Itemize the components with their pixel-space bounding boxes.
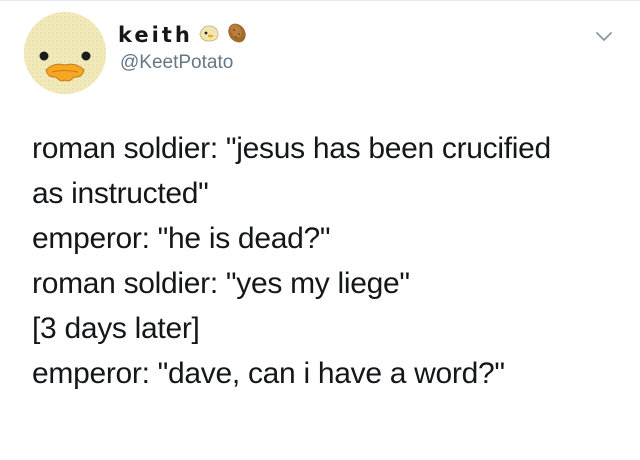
tweet-text: roman soldier: "jesus has been crucified… [32,126,622,396]
tweet-line: [3 days later] [32,312,200,345]
duck-face-emoji-icon [197,22,221,49]
author-name-row[interactable]: keith [118,21,249,49]
divider [0,0,640,1]
tweet-line: roman soldier: "jesus has been crucified [32,132,551,165]
potato-emoji-icon [225,21,249,50]
tweet-line: emperor: "dave, can i have a word?" [32,357,505,390]
avatar[interactable] [24,12,106,94]
tweet-line: roman soldier: "yes my liege" [32,267,410,300]
user-handle[interactable]: @KeetPotato [120,52,233,74]
chevron-down-icon[interactable] [592,26,616,46]
display-name[interactable]: keith [118,23,193,47]
duck-face-icon [24,12,106,94]
tweet-line: emperor: "he is dead?" [32,222,331,255]
tweet-line: as instructed" [32,177,209,210]
tweet-card: keith @KeetPotato roman soldier: "jesus … [0,0,640,460]
